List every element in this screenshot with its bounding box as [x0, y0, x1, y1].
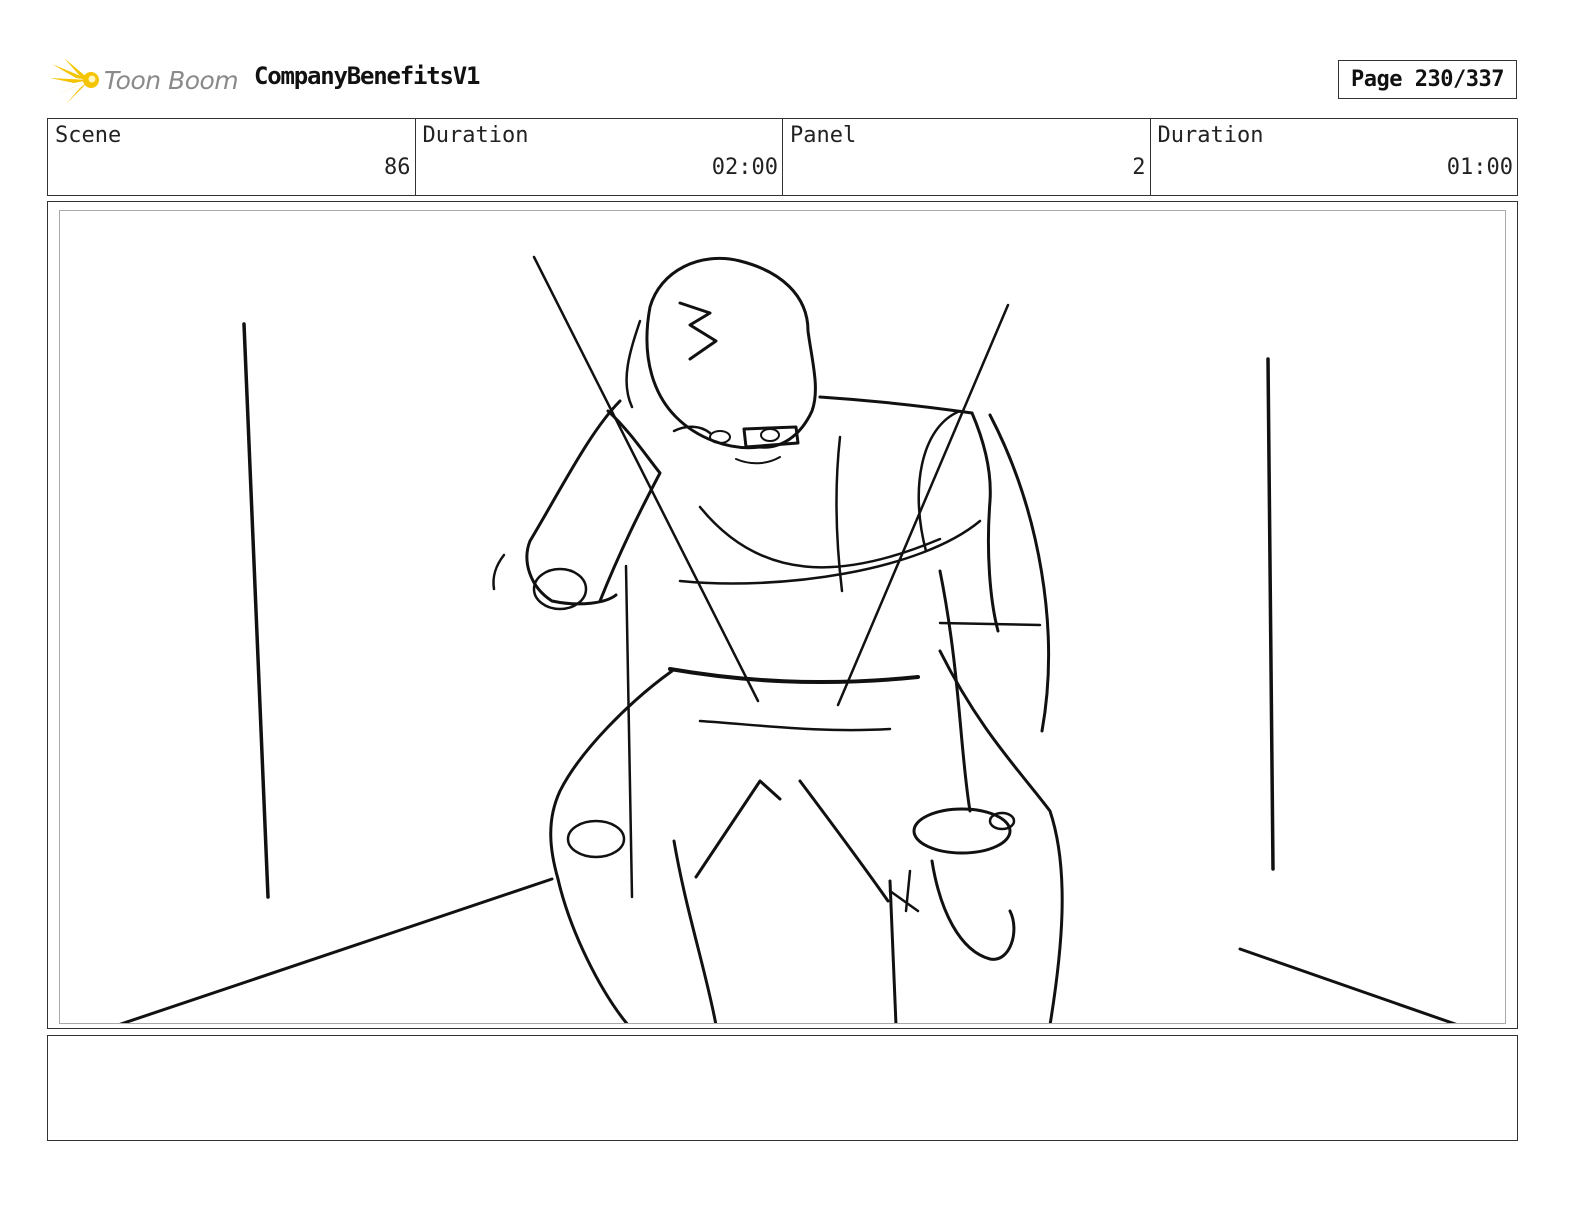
mouth — [735, 456, 781, 465]
info-table: Scene 86 Duration 02:00 Panel 2 Duration… — [47, 118, 1518, 196]
raised-arm — [525, 399, 622, 606]
eye-right — [760, 428, 780, 442]
hand-ellipse — [912, 807, 1012, 855]
scene-duration-value: 02:00 — [711, 155, 778, 180]
character-head — [645, 256, 817, 450]
panel-drawing-area — [59, 210, 1506, 1024]
scene-label: Scene — [55, 123, 122, 148]
scene-duration-label: Duration — [422, 123, 529, 148]
right-arm-inner — [938, 569, 972, 813]
knee-ellipse-left — [566, 819, 626, 859]
scene-value: 86 — [384, 155, 411, 180]
right-arm-outer — [988, 413, 1050, 733]
crotch-right — [798, 779, 890, 903]
floor-line-left — [119, 877, 554, 1023]
logo-text: Toon Boom — [104, 66, 239, 95]
scene-cell: Scene 86 — [48, 119, 416, 195]
storyboard-panel — [47, 201, 1518, 1029]
belt — [668, 667, 920, 685]
crotch-left — [694, 779, 782, 879]
floor-line-right — [1238, 947, 1457, 1023]
panel-label: Panel — [790, 123, 857, 148]
hip-left — [549, 669, 674, 881]
starburst-logo-icon — [50, 58, 99, 104]
background-line-left — [242, 322, 270, 899]
leg-right-inner — [888, 879, 898, 1023]
shoulder-line — [818, 395, 974, 415]
sketch-drawing — [119, 255, 1457, 1023]
project-title: CompanyBenefitsV1 — [254, 62, 480, 90]
leg-left-inner — [672, 839, 718, 1023]
construction-line-3 — [624, 564, 634, 899]
hair-tuft — [678, 301, 718, 361]
eye-left — [709, 430, 731, 444]
panel-cell: Panel 2 — [783, 119, 1151, 195]
panel-duration-value: 01:00 — [1446, 155, 1513, 180]
construction-line-2 — [836, 303, 1010, 707]
hand — [930, 859, 1016, 961]
panel-duration-label: Duration — [1157, 123, 1264, 148]
scene-duration-cell: Duration 02:00 — [416, 119, 783, 195]
panel-duration-cell: Duration 01:00 — [1151, 119, 1518, 195]
panel-value: 2 — [1132, 155, 1146, 180]
page-number: Page 230/337 — [1338, 60, 1517, 99]
leg-left-outer — [556, 877, 629, 1023]
cup — [988, 811, 1016, 831]
caption-box — [47, 1035, 1518, 1141]
background-line-right — [1266, 357, 1275, 871]
toon-boom-logo: Toon Boom — [50, 52, 240, 108]
